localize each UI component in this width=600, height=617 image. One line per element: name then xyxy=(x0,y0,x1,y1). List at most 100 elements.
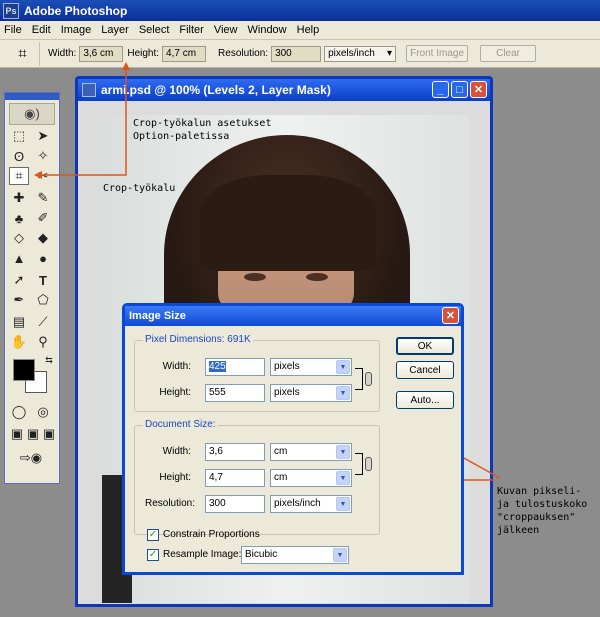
path-select-icon[interactable]: ➚ xyxy=(9,271,29,289)
resample-method-select[interactable]: Bicubic ▼ xyxy=(241,546,349,564)
eraser-icon[interactable]: ◇ xyxy=(9,229,29,247)
menu-window[interactable]: Window xyxy=(248,24,287,36)
dialog-close-icon[interactable]: ✕ xyxy=(442,307,459,324)
healing-brush-icon[interactable]: ✚ xyxy=(9,189,29,207)
pixel-dimensions-label: Pixel Dimensions: xyxy=(145,334,225,345)
quick-mask-mode-icon[interactable]: ◎ xyxy=(33,403,53,421)
type-icon[interactable]: T xyxy=(33,271,53,289)
options-resolution-unit-value: pixels/inch xyxy=(328,48,375,59)
link-icon xyxy=(365,457,372,471)
tool-preset-crop-icon[interactable]: ⌗ xyxy=(6,41,40,66)
cancel-button[interactable]: Cancel xyxy=(396,361,454,379)
resample-image-checkbox[interactable]: ✓ xyxy=(147,549,159,561)
px-width-unit-value: pixels xyxy=(274,361,300,372)
history-brush-icon[interactable]: ✐ xyxy=(33,209,53,227)
constrain-proportions-checkbox[interactable]: ✓ xyxy=(147,529,159,541)
px-width-input[interactable]: 425 xyxy=(205,358,265,376)
toolbox-palette: ◉) ⬚ ➤ ʘ ✧ ⌗ ✂ ✚ ✎ ♣ ✐ ◇ ◆ ▲ ● ➚ T ✒ ⬠ ▤… xyxy=(4,92,60,484)
minimize-icon[interactable]: _ xyxy=(432,81,449,98)
px-height-input[interactable]: 555 xyxy=(205,384,265,402)
options-bar: ⌗ Width: 3,6 cm Height: 4,7 cm Resolutio… xyxy=(0,40,600,68)
lasso-icon[interactable]: ʘ xyxy=(9,147,29,165)
eye-logo-icon[interactable]: ◉) xyxy=(9,103,55,125)
side-annotation-line-1: Kuvan pikseli- xyxy=(497,486,582,497)
toolbox-title-bar[interactable] xyxy=(5,93,59,100)
side-annotation-line-4: jälkeen xyxy=(497,525,540,536)
options-height-label: Height: xyxy=(127,48,160,59)
hand-icon[interactable]: ✋ xyxy=(9,333,29,351)
bucket-icon[interactable]: ◆ xyxy=(33,229,53,247)
menu-bar: File Edit Image Layer Select Filter View… xyxy=(0,21,600,40)
options-resolution-field[interactable]: 300 xyxy=(271,45,322,62)
doc-height-label: Height: xyxy=(159,472,191,483)
clear-button[interactable]: Clear xyxy=(480,45,537,62)
menu-help[interactable]: Help xyxy=(297,24,320,36)
resample-image-label: Resample Image: xyxy=(163,549,242,560)
menu-image[interactable]: Image xyxy=(61,24,92,36)
resolution-unit-select[interactable]: pixels/inch ▼ xyxy=(270,495,352,513)
resolution-unit-value: pixels/inch xyxy=(274,498,321,509)
magic-wand-icon[interactable]: ✧ xyxy=(33,147,53,165)
screen-mode-full-icon[interactable]: ▣ xyxy=(39,425,59,443)
link-icon xyxy=(365,372,372,386)
slice-icon[interactable]: ✂ xyxy=(33,167,53,185)
menu-edit[interactable]: Edit xyxy=(32,24,51,36)
marquee-icon[interactable]: ⬚ xyxy=(9,127,29,145)
doc-width-unit-select[interactable]: cm ▼ xyxy=(270,443,352,461)
doc-width-input[interactable]: 3,6 xyxy=(205,443,265,461)
resolution-input[interactable]: 300 xyxy=(205,495,265,513)
chevron-down-icon: ▼ xyxy=(336,471,350,485)
pen-icon[interactable]: ✒ xyxy=(9,291,29,309)
swap-colors-icon[interactable]: ⇆ xyxy=(39,351,59,369)
chevron-down-icon: ▼ xyxy=(333,548,347,562)
notes-icon[interactable]: ▤ xyxy=(9,313,29,331)
standard-mode-icon[interactable]: ◯ xyxy=(9,403,29,421)
crop-options-annotation: Crop-työkalun asetukset Option-paletissa xyxy=(133,117,271,143)
px-width-unit-select[interactable]: pixels ▼ xyxy=(270,358,352,376)
doc-height-unit-select[interactable]: cm ▼ xyxy=(270,469,352,487)
dodge-icon[interactable]: ● xyxy=(33,249,53,267)
zoom-icon[interactable]: ⚲ xyxy=(33,333,53,351)
window-controls: _ □ ✕ xyxy=(432,81,487,98)
ok-button[interactable]: OK xyxy=(396,337,454,355)
px-width-label: Width: xyxy=(162,361,191,372)
close-icon[interactable]: ✕ xyxy=(470,81,487,98)
options-resolution-label: Resolution: xyxy=(218,48,269,59)
eyedropper-icon[interactable]: ⟋ xyxy=(33,313,53,331)
photo-bangs xyxy=(200,175,376,271)
resample-method-value: Bicubic xyxy=(245,549,278,560)
foreground-color-swatch[interactable] xyxy=(13,359,35,381)
dialog-title-bar[interactable]: Image Size ✕ xyxy=(125,306,461,326)
menu-file[interactable]: File xyxy=(4,24,22,36)
jump-to-imageready-icon[interactable]: ⇨◉ xyxy=(11,449,51,467)
auto-button[interactable]: Auto... xyxy=(396,391,454,409)
shape-icon[interactable]: ⬠ xyxy=(33,291,53,309)
crop-tool-annotation: Crop-työkalu xyxy=(103,183,176,194)
move-icon[interactable]: ➤ xyxy=(33,127,53,145)
blur-icon[interactable]: ▲ xyxy=(9,249,29,267)
menu-filter[interactable]: Filter xyxy=(179,24,203,36)
options-height-field[interactable]: 4,7 cm xyxy=(162,45,207,62)
maximize-icon[interactable]: □ xyxy=(451,81,468,98)
options-resolution-unit-select[interactable]: pixels/inch ▾ xyxy=(324,45,397,62)
app-title: Adobe Photoshop xyxy=(24,3,128,18)
options-width-field[interactable]: 3,6 cm xyxy=(79,45,124,62)
px-height-unit-select[interactable]: pixels ▼ xyxy=(270,384,352,402)
brush-icon[interactable]: ✎ xyxy=(33,189,53,207)
constrain-proportions-label: Constrain Proportions xyxy=(163,529,260,540)
px-height-label: Height: xyxy=(159,387,191,398)
menu-layer[interactable]: Layer xyxy=(101,24,129,36)
document-link-bracket xyxy=(355,453,363,475)
crop-icon[interactable]: ⌗ xyxy=(9,167,29,185)
document-size-title: Document Size: xyxy=(143,419,218,430)
menu-view[interactable]: View xyxy=(214,24,238,36)
doc-height-input[interactable]: 4,7 xyxy=(205,469,265,487)
menu-select[interactable]: Select xyxy=(139,24,170,36)
resolution-label: Resolution: xyxy=(144,498,195,509)
side-annotation-line-2: ja tulostuskoko xyxy=(497,499,588,510)
pixel-link-bracket xyxy=(355,368,363,390)
front-image-button[interactable]: Front Image xyxy=(406,45,469,62)
crop-options-annotation-line-1: Crop-työkalun asetukset xyxy=(133,118,272,129)
document-title-bar[interactable]: armi.psd @ 100% (Levels 2, Layer Mask) _… xyxy=(78,79,490,101)
stamp-icon[interactable]: ♣ xyxy=(9,209,29,227)
